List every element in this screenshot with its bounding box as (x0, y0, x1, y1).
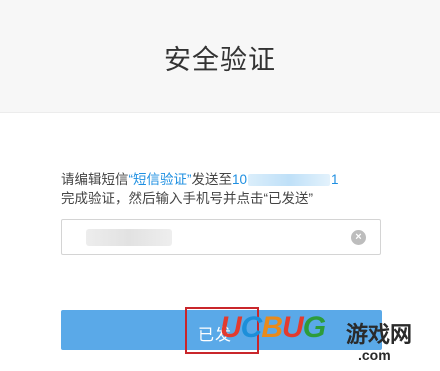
instruction-send-to: 发送至 (191, 172, 233, 187)
target-number-end: 1 (331, 172, 339, 187)
phone-number-input[interactable]: × (61, 219, 381, 255)
target-number-start: 10 (232, 172, 248, 187)
watermark: UCBUG 游戏网 .com (220, 311, 440, 371)
instruction-line-2: 完成验证，然后输入手机号并点击“已发送” (61, 191, 313, 206)
sms-instructions: 请编辑短信“短信验证”发送至10 1 完成验证，然后输入手机号并点击“已发送” (61, 170, 391, 208)
watermark-logo: UCBUG (220, 311, 326, 344)
instruction-line-1: 请编辑短信“短信验证”发送至10 1 (61, 170, 391, 189)
blurred-phone-value (86, 229, 172, 246)
sms-keyword: “短信验证” (128, 172, 192, 187)
clear-icon[interactable]: × (351, 230, 366, 245)
masked-number (248, 174, 331, 187)
watermark-domain: .com (358, 347, 391, 363)
header-panel: 安全验证 (0, 0, 440, 113)
page-title: 安全验证 (164, 45, 276, 75)
watermark-site-name: 游戏网 (346, 323, 413, 348)
instruction-prefix: 请编辑短信 (61, 172, 129, 187)
